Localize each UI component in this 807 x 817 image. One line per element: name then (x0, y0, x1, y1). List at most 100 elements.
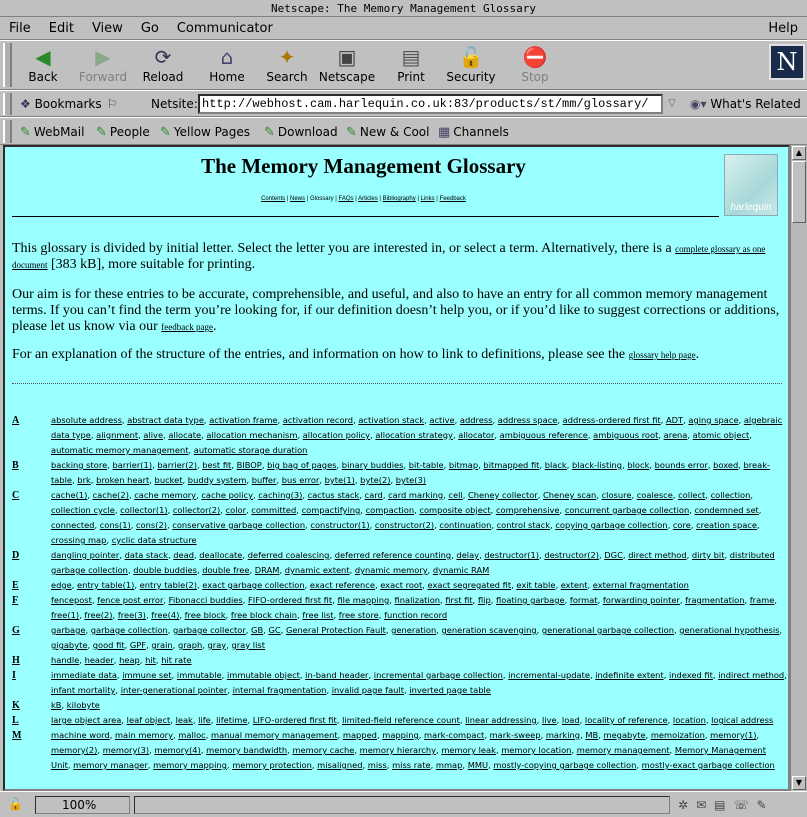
term-link[interactable]: mapping (382, 730, 419, 740)
term-link[interactable]: file mapping (337, 595, 389, 605)
term-link[interactable]: misaligned (317, 760, 362, 770)
term-link[interactable]: best fit (202, 460, 231, 470)
term-link[interactable]: free store (339, 610, 379, 620)
term-link[interactable]: marking (546, 730, 580, 740)
nav-articles[interactable]: Articles (358, 196, 378, 202)
term-link[interactable]: memory protection (232, 760, 312, 770)
term-link[interactable]: MMU (468, 760, 488, 770)
term-link[interactable]: exit table (516, 580, 555, 590)
term-link[interactable]: location (673, 715, 706, 725)
personal-download[interactable]: ✎ Download (264, 123, 338, 142)
url-input[interactable]: http://webhost.cam.harlequin.co.uk:83/pr… (198, 94, 663, 114)
letter-link-e[interactable]: E (12, 578, 42, 593)
term-link[interactable]: backing store (51, 460, 107, 470)
nav-contents[interactable]: Contents (261, 196, 285, 202)
term-link[interactable]: mapped (343, 730, 377, 740)
letter-link-i[interactable]: I (12, 668, 42, 683)
term-link[interactable]: life (198, 715, 211, 725)
term-link[interactable]: control stack (497, 520, 550, 530)
term-link[interactable]: free block chain (231, 610, 297, 620)
term-link[interactable]: cache(2) (93, 490, 129, 500)
term-link[interactable]: collector(2) (173, 505, 220, 515)
term-link[interactable]: dirty bit (692, 550, 725, 560)
term-link[interactable]: indefinite extent (595, 670, 663, 680)
term-link[interactable]: black-listing (572, 460, 622, 470)
term-link[interactable]: atomic object (693, 430, 750, 440)
term-link[interactable]: constructor(1) (310, 520, 369, 530)
term-link[interactable]: megabyte (603, 730, 645, 740)
term-link[interactable]: garbage collection (91, 625, 168, 635)
term-link[interactable]: function record (384, 610, 447, 620)
term-link[interactable]: good fit (93, 640, 125, 650)
term-link[interactable]: fence post error (97, 595, 163, 605)
bookmarks-button[interactable]: ❖ Bookmarks ⚐ (20, 95, 117, 113)
term-link[interactable]: generation (391, 625, 436, 635)
term-link[interactable]: entry table(2) (140, 580, 197, 590)
term-link[interactable]: continuation (439, 520, 491, 530)
term-link[interactable]: double free (202, 565, 249, 575)
term-link[interactable]: dynamic extent (285, 565, 350, 575)
term-link[interactable]: comprehensive (496, 505, 560, 515)
term-link[interactable]: malloc (178, 730, 205, 740)
letter-link-b[interactable]: B (12, 458, 42, 473)
term-link[interactable]: exact segregated fit (428, 580, 512, 590)
term-link[interactable]: allocation policy (303, 430, 370, 440)
term-link[interactable]: FIFO-ordered first fit (248, 595, 332, 605)
toolbar-home-button[interactable]: ⌂ Home (197, 43, 257, 89)
term-link[interactable]: format (570, 595, 598, 605)
term-link[interactable]: delay (456, 550, 479, 560)
letter-link-g[interactable]: G (12, 623, 42, 638)
term-link[interactable]: copying garbage collection (555, 520, 667, 530)
term-link[interactable]: dead (173, 550, 194, 560)
netscape-logo[interactable]: N (769, 44, 805, 80)
term-link[interactable]: ambiguous reference (500, 430, 588, 440)
letter-link-c[interactable]: C (12, 488, 42, 503)
term-link[interactable]: leaf object (127, 715, 171, 725)
term-link[interactable]: exact reference (310, 580, 375, 590)
term-link[interactable]: allocator (458, 430, 494, 440)
scroll-thumb[interactable] (792, 161, 806, 223)
menu-help[interactable]: Help (759, 17, 807, 40)
term-link[interactable]: incremental-update (508, 670, 590, 680)
term-link[interactable]: exact garbage collection (202, 580, 304, 590)
term-link[interactable]: automatic storage duration (194, 445, 308, 455)
term-link[interactable]: card marking (388, 490, 443, 500)
term-link[interactable]: address-ordered first fit (563, 415, 661, 425)
term-link[interactable]: byte(2) (360, 475, 390, 485)
term-link[interactable]: GC (268, 625, 280, 635)
term-link[interactable]: gray list (232, 640, 266, 650)
term-link[interactable]: load (562, 715, 580, 725)
term-link[interactable]: gigabyte (51, 640, 87, 650)
term-link[interactable]: heap (119, 655, 140, 665)
term-link[interactable]: immutable object (227, 670, 300, 680)
term-link[interactable]: cactus stack (308, 490, 360, 500)
term-link[interactable]: bitmap (449, 460, 478, 470)
term-link[interactable]: frame (750, 595, 775, 605)
term-link[interactable]: active (429, 415, 454, 425)
term-link[interactable]: memory bandwidth (206, 745, 287, 755)
menu-file[interactable]: File (0, 17, 40, 40)
term-link[interactable]: cache policy (201, 490, 253, 500)
term-link[interactable]: compactifying (302, 505, 361, 515)
term-link[interactable]: memory(3) (103, 745, 149, 755)
term-link[interactable]: deferred reference counting (335, 550, 451, 560)
term-link[interactable]: ADT (666, 415, 683, 425)
term-link[interactable]: internal fragmentation (233, 685, 327, 695)
term-link[interactable]: direct method (628, 550, 686, 560)
term-link[interactable]: indirect method (718, 670, 784, 680)
term-link[interactable]: free block (185, 610, 226, 620)
term-link[interactable]: alive (143, 430, 163, 440)
location-grip[interactable] (3, 93, 12, 115)
nav-news[interactable]: News (290, 196, 305, 202)
term-link[interactable]: binary buddies (342, 460, 404, 470)
toolbar-search-button[interactable]: ✦ Search (257, 43, 317, 89)
personal-webmail[interactable]: ✎ WebMail (20, 123, 84, 142)
term-link[interactable]: handle (51, 655, 79, 665)
mail-icon[interactable]: ✉ (696, 798, 714, 812)
term-link[interactable]: broken heart (96, 475, 149, 485)
term-link[interactable]: composite object (419, 505, 490, 515)
term-link[interactable]: black (545, 460, 567, 470)
term-link[interactable]: collect (678, 490, 705, 500)
term-link[interactable]: fragmentation (685, 595, 744, 605)
term-link[interactable]: grain (151, 640, 172, 650)
